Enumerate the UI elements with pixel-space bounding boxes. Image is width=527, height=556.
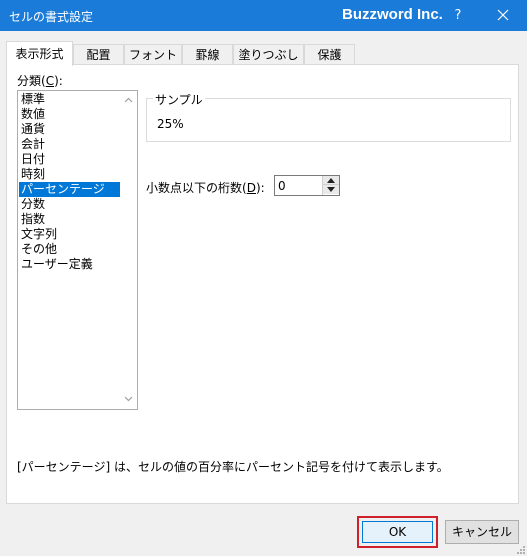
close-icon [497,9,509,21]
triangle-down-icon [327,187,335,192]
decimal-places-stepper[interactable] [274,175,340,196]
list-item[interactable]: 標準 [19,92,120,107]
sample-value: 25% [157,117,184,131]
list-item[interactable]: 会計 [19,137,120,152]
window-title: セルの書式設定 [9,10,94,24]
format-description: [パーセンテージ] は、セルの値の百分率にパーセント記号を付けて表示します。 [17,460,449,474]
list-item[interactable]: 文字列 [19,227,120,242]
list-item[interactable]: ユーザー定義 [19,257,120,272]
decrement-button[interactable] [323,185,339,194]
tab-alignment[interactable]: 配置 [73,44,124,65]
list-item[interactable]: その他 [19,242,120,257]
number-format-panel: 分類(C): 標準 数値 通貨 会計 日付 時刻 パーセンテージ 分数 指数 文… [6,64,519,504]
triangle-up-icon [327,178,335,183]
chevron-up-icon[interactable] [124,96,133,105]
sample-group: サンプル 25% [146,91,511,142]
spin-buttons [322,176,339,195]
list-item[interactable]: 指数 [19,212,120,227]
dialog-body: 表示形式 配置 フォント 罫線 塗りつぶし 保護 分類(C): 標準 数値 通貨… [0,31,527,556]
category-label: 分類(C): [17,74,63,88]
tab-fill[interactable]: 塗りつぶし [233,44,304,65]
category-scrollbar[interactable] [120,91,137,409]
cancel-button[interactable]: キャンセル [445,520,519,544]
help-button[interactable]: ? [441,0,475,31]
list-item[interactable]: 通貨 [19,122,120,137]
tab-border[interactable]: 罫線 [182,44,233,65]
brand-label: Buzzword Inc. [342,6,443,23]
list-item-selected[interactable]: パーセンテージ [19,182,120,197]
decimal-places-label: 小数点以下の桁数(D): [146,181,265,195]
ok-button[interactable]: OK [362,521,433,543]
decimal-places-input[interactable] [275,176,321,195]
close-button[interactable] [480,0,527,31]
tab-font[interactable]: フォント [124,44,182,65]
chevron-down-icon[interactable] [124,394,133,403]
list-item[interactable]: 時刻 [19,167,120,182]
list-item[interactable]: 分数 [19,197,120,212]
list-item[interactable]: 数値 [19,107,120,122]
sample-legend: サンプル [153,91,205,108]
increment-button[interactable] [323,176,339,185]
category-list[interactable]: 標準 数値 通貨 会計 日付 時刻 パーセンテージ 分数 指数 文字列 その他 … [17,90,138,410]
title-bar: セルの書式設定 Buzzword Inc. ? [0,0,527,31]
tab-protection[interactable]: 保護 [304,44,355,65]
tab-number-format[interactable]: 表示形式 [6,41,73,66]
list-item[interactable]: 日付 [19,152,120,167]
resize-grip-icon[interactable] [515,544,525,554]
